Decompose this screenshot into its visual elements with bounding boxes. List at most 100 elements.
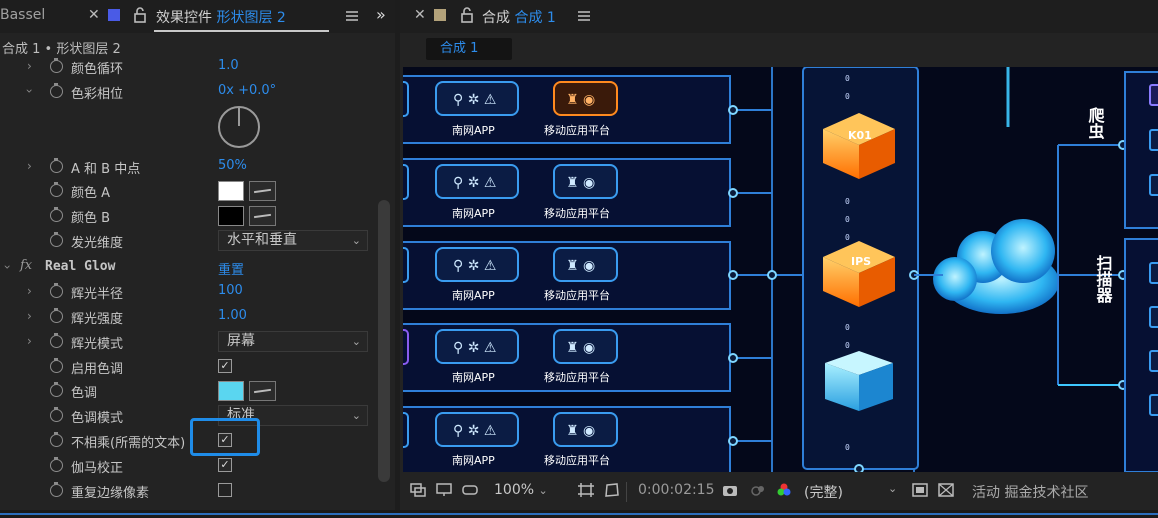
bottom-strip <box>0 510 1158 518</box>
stopwatch-icon[interactable] <box>50 333 63 348</box>
expand-chevron-icon[interactable]: › <box>27 309 32 323</box>
app-row: ⚲ ✲ ⚠ 南网APP ♜ ◉ 移动应用平台 <box>403 241 772 310</box>
glow-mode-select[interactable]: 屏幕 ⌄ <box>218 331 368 352</box>
expand-chevron-icon[interactable]: › <box>27 59 32 73</box>
prop-row-enable-tint: 启用色调 ✓ <box>0 354 378 379</box>
firewall-label: K01 <box>848 129 872 142</box>
prop-value[interactable]: 1.00 <box>218 308 247 323</box>
prop-value[interactable]: 50% <box>218 158 247 173</box>
stopwatch-icon[interactable] <box>50 83 63 98</box>
stopwatch-icon[interactable] <box>50 207 63 222</box>
prop-row-color-a: 颜色 A <box>0 178 378 203</box>
chevron-down-icon: ⌄ <box>538 484 548 497</box>
stopwatch-icon[interactable] <box>50 158 63 173</box>
resolution-select[interactable]: (完整) ⌄ <box>804 482 900 502</box>
svg-text:♜ ◉: ♜ ◉ <box>566 340 595 356</box>
region-of-interest-icon[interactable] <box>912 483 928 497</box>
stopwatch-icon[interactable] <box>50 308 63 323</box>
expand-chevron-icon[interactable]: › <box>27 159 32 173</box>
stopwatch-icon[interactable] <box>50 382 63 397</box>
svg-text:0: 0 <box>845 341 850 350</box>
stopwatch-icon[interactable] <box>50 358 63 373</box>
svg-text:0: 0 <box>845 215 850 224</box>
color-swatch[interactable] <box>218 381 244 401</box>
scrollbar[interactable] <box>378 200 390 482</box>
comp-breadcrumb[interactable]: 合成 1 <box>426 38 512 60</box>
prop-label: 辉光模式 <box>71 337 124 352</box>
mask-icon[interactable] <box>604 483 620 497</box>
stopwatch-icon[interactable] <box>50 482 63 497</box>
vr-goggles-icon[interactable] <box>462 483 478 497</box>
collapse-chevron-icon[interactable]: › <box>22 89 36 94</box>
app-label-nanwang: 南网APP <box>452 124 495 137</box>
svg-text:0: 0 <box>845 74 850 83</box>
reset-link[interactable]: 重置 <box>218 259 244 278</box>
lock-icon[interactable] <box>460 7 474 23</box>
prop-row-glow-radius: › 辉光半径 100 <box>0 279 378 304</box>
repeat-edge-checkbox[interactable] <box>218 483 232 497</box>
svg-text:⚲ ✲ ⚠: ⚲ ✲ ⚠ <box>453 340 496 356</box>
prop-row-unmultiply: 不相乘(所需的文本) ✓ <box>0 428 378 453</box>
stopwatch-icon[interactable] <box>50 457 63 472</box>
svg-text:♜ ◉: ♜ ◉ <box>566 175 595 191</box>
stopwatch-icon[interactable] <box>50 232 63 247</box>
composition-panel: ✕ 合成 合成 1 合成 1 ⚲ ✲ ⚠ 南网APP ♜ ◉ 移动应用平台 ⚲ … <box>400 0 1158 510</box>
monitor-icon[interactable] <box>436 483 452 497</box>
eyedropper-icon[interactable] <box>249 381 276 401</box>
color-swatch[interactable] <box>218 206 244 226</box>
enable-tint-checkbox[interactable]: ✓ <box>218 359 232 373</box>
prop-value[interactable]: 0x +0.0° <box>218 83 276 98</box>
close-icon[interactable]: ✕ <box>88 7 100 23</box>
panel-menu-icon[interactable] <box>578 11 590 21</box>
prop-row-color-b: 颜色 B <box>0 203 378 228</box>
app-label-mobile: 移动应用平台 <box>544 453 610 467</box>
camera-icon[interactable] <box>722 483 738 497</box>
effect-name: Real Glow <box>45 259 116 274</box>
prop-label: 伽马校正 <box>71 461 124 476</box>
viewer-toolbar: 100% ⌄ 0:00:02:15 (完整) ⌄ 活动 掘金技术社区 <box>400 474 1158 510</box>
grid-icon[interactable] <box>578 483 594 497</box>
stopwatch-icon[interactable] <box>50 407 63 422</box>
fx-icon[interactable]: fx <box>20 258 32 273</box>
glow-dimension-select[interactable]: 水平和垂直 ⌄ <box>218 230 368 251</box>
tab-composition[interactable]: 合成 合成 1 <box>482 7 556 27</box>
tab-effect-controls[interactable]: 效果控件 形状图层 2 <box>156 7 286 27</box>
eyedropper-icon[interactable] <box>249 206 276 226</box>
prop-value[interactable]: 100 <box>218 283 243 298</box>
always-preview-icon[interactable] <box>410 483 426 497</box>
expand-panels-icon[interactable]: » <box>376 5 386 24</box>
chevron-down-icon: ⌄ <box>351 234 361 247</box>
transparency-grid-icon[interactable] <box>938 483 954 497</box>
tab-previous[interactable]: Bassel <box>0 7 45 23</box>
stopwatch-icon[interactable] <box>50 182 63 197</box>
gamma-checkbox[interactable]: ✓ <box>218 458 232 472</box>
show-snapshot-icon[interactable] <box>750 483 766 497</box>
collapse-chevron-icon[interactable]: › <box>0 265 14 270</box>
angle-dial[interactable] <box>218 106 260 148</box>
app-row: ⚲ ✲ ⚠ 南网APP ♜ ◉ 移动应用平台 <box>403 406 772 472</box>
composition-viewer[interactable]: ⚲ ✲ ⚠ 南网APP ♜ ◉ 移动应用平台 ⚲ ✲ ⚠ 南网APP ♜ ◉ 移… <box>403 67 1158 472</box>
chevron-down-icon: ⌄ <box>351 335 361 348</box>
prop-value[interactable]: 1.0 <box>218 58 239 73</box>
svg-text:⚲ ✲ ⚠: ⚲ ✲ ⚠ <box>453 423 496 439</box>
stopwatch-icon[interactable] <box>50 432 63 447</box>
network-diagram: ⚲ ✲ ⚠ 南网APP ♜ ◉ 移动应用平台 ⚲ ✲ ⚠ 南网APP ♜ ◉ 移… <box>403 67 1158 472</box>
color-channels-icon[interactable] <box>776 483 792 497</box>
color-swatch[interactable] <box>218 181 244 201</box>
stopwatch-icon[interactable] <box>50 58 63 73</box>
eyedropper-icon[interactable] <box>249 181 276 201</box>
close-icon[interactable]: ✕ <box>414 7 426 23</box>
svg-text:0: 0 <box>845 443 850 452</box>
panel-menu-icon[interactable] <box>346 11 358 21</box>
composition-tabbar: ✕ 合成 合成 1 <box>400 0 1158 33</box>
stopwatch-icon[interactable] <box>50 283 63 298</box>
app-label-mobile: 移动应用平台 <box>544 370 610 384</box>
lock-icon[interactable] <box>133 7 147 23</box>
expand-chevron-icon[interactable]: › <box>27 334 32 348</box>
expand-chevron-icon[interactable]: › <box>27 284 32 298</box>
panel-color-icon <box>434 9 446 21</box>
timecode[interactable]: 0:00:02:15 <box>638 482 715 498</box>
zoom-select[interactable]: 100% ⌄ <box>494 482 548 498</box>
prop-label: 颜色 A <box>71 186 111 201</box>
svg-text:0: 0 <box>845 233 850 242</box>
